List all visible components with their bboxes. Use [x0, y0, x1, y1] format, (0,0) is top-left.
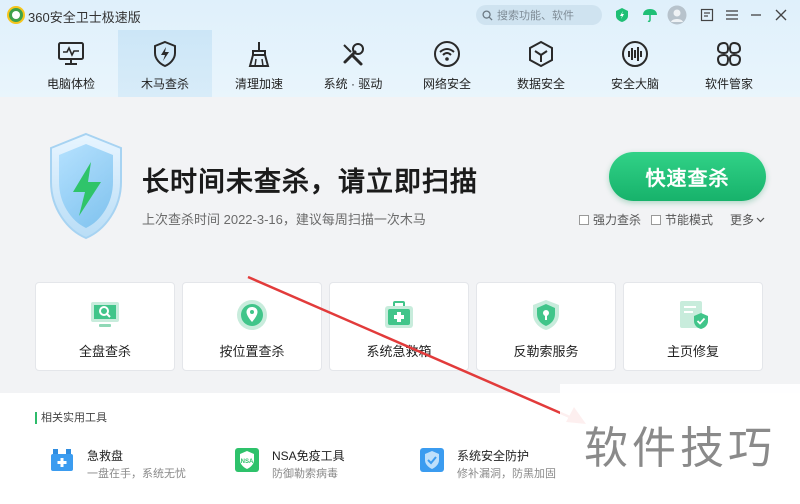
search-box[interactable]: 搜索功能、软件 [476, 5, 602, 25]
card-full-scan[interactable]: 全盘查杀 [35, 282, 175, 371]
more-label: 更多 [730, 213, 755, 227]
card-label: 按位置查杀 [219, 344, 285, 359]
card-label: 主页修复 [666, 344, 719, 359]
app-logo-icon [7, 6, 25, 24]
nav-item-cleanup[interactable]: 清理加速 [212, 30, 306, 97]
wrench-icon [338, 39, 368, 69]
nav-label: 电脑体检 [46, 77, 95, 91]
tool-rescue-disk[interactable]: 急救盘 一盘在手，系统无忧 [49, 447, 209, 481]
system-shield-icon [419, 447, 445, 473]
chevron-down-icon [756, 217, 765, 222]
nav-item-pc-checkup[interactable]: 电脑体检 [24, 30, 118, 97]
minimize-icon[interactable] [746, 5, 766, 25]
card-label: 反勒索服务 [513, 344, 579, 359]
tool-name: 急救盘 [87, 449, 124, 463]
rescue-disk-icon [49, 447, 75, 473]
app-title: 360安全卫士极速版 [28, 10, 141, 25]
feedback-icon[interactable] [697, 5, 717, 25]
quick-scan-button[interactable]: 快速查杀 [609, 152, 766, 201]
card-anti-ransom[interactable]: 反勒索服务 [476, 282, 616, 371]
tool-desc: 防御勒索病毒 [272, 468, 338, 480]
close-icon[interactable] [771, 5, 791, 25]
avatar-icon[interactable] [667, 5, 687, 25]
hexagon-icon [526, 39, 556, 69]
nav-item-security-brain[interactable]: 安全大脑 [588, 30, 682, 97]
nav-item-software-manager[interactable]: 软件管家 [682, 30, 776, 97]
nav-item-network-security[interactable]: 网络安全 [400, 30, 494, 97]
last-scan-info: 上次查杀时间 2022-3-16，建议每周扫描一次木马 [142, 212, 426, 227]
page-shield-icon [675, 297, 711, 333]
nav-item-system-driver[interactable]: 系统 · 驱动 [306, 30, 400, 97]
nav-item-data-security[interactable]: 数据安全 [494, 30, 588, 97]
location-icon [234, 297, 270, 333]
lightning-icon[interactable] [612, 5, 632, 25]
card-location-scan[interactable]: 按位置查杀 [182, 282, 322, 371]
nav-label: 系统 · 驱动 [323, 77, 383, 91]
svg-text:NSA: NSA [241, 459, 254, 465]
tool-name: NSA免疫工具 [272, 449, 345, 463]
tool-nsa-immunity[interactable]: NSA NSA免疫工具 防御勒索病毒 [234, 447, 394, 481]
umbrella-icon[interactable] [640, 5, 660, 25]
strong-scan-option[interactable]: 强力查杀 [579, 211, 641, 228]
nav-label: 网络安全 [422, 77, 471, 91]
tool-system-protection[interactable]: 系统安全防护 修补漏洞，防黑加固 [419, 447, 579, 481]
main-nav: 电脑体检 木马查杀 清理加速 系统 · 驱动 网络安全 数据安全 安全大脑 软件… [0, 30, 800, 97]
nsa-shield-icon: NSA [234, 447, 260, 473]
strong-scan-checkbox[interactable] [579, 214, 589, 225]
brain-icon [620, 39, 650, 69]
monitor-search-icon [87, 297, 123, 333]
strong-scan-label: 强力查杀 [593, 213, 642, 227]
nav-item-trojan-scan[interactable]: 木马查杀 [118, 30, 212, 97]
tool-desc: 一盘在手，系统无忧 [87, 468, 186, 480]
search-icon [482, 9, 493, 21]
section-title: 相关实用工具 [35, 412, 107, 424]
titlebar: 360安全卫士极速版 搜索功能、软件 [0, 0, 800, 30]
card-label: 系统急救箱 [366, 344, 432, 359]
search-placeholder: 搜索功能、软件 [497, 10, 574, 22]
menu-icon[interactable] [722, 5, 742, 25]
power-save-label: 节能模式 [665, 213, 714, 227]
card-label: 全盘查杀 [78, 344, 131, 359]
watermark: 软件技巧 [560, 384, 800, 504]
shield-lock-icon [528, 297, 564, 333]
status-shield-icon [47, 132, 125, 242]
wifi-icon [432, 39, 462, 69]
more-options-link[interactable]: 更多 [730, 211, 765, 228]
nav-label: 安全大脑 [610, 77, 659, 91]
apps-icon [714, 39, 744, 69]
tool-desc: 修补漏洞，防黑加固 [457, 468, 556, 480]
nav-label: 数据安全 [516, 77, 565, 91]
monitor-icon [56, 39, 86, 69]
card-system-rescue[interactable]: 系统急救箱 [329, 282, 469, 371]
nav-label: 软件管家 [704, 77, 753, 91]
header: 360安全卫士极速版 搜索功能、软件 电脑体检 木马查杀 清理加速 系统 · 驱… [0, 0, 800, 97]
first-aid-kit-icon [381, 297, 417, 333]
tool-name: 系统安全防护 [457, 449, 530, 463]
nav-label: 清理加速 [234, 77, 283, 91]
nav-label: 木马查杀 [140, 77, 189, 91]
power-save-option[interactable]: 节能模式 [651, 211, 713, 228]
card-homepage-repair[interactable]: 主页修复 [623, 282, 763, 371]
scan-status-headline: 长时间未查杀，请立即扫描 [142, 167, 478, 197]
shield-icon [150, 39, 180, 69]
power-save-checkbox[interactable] [651, 214, 661, 225]
broom-icon [244, 39, 274, 69]
